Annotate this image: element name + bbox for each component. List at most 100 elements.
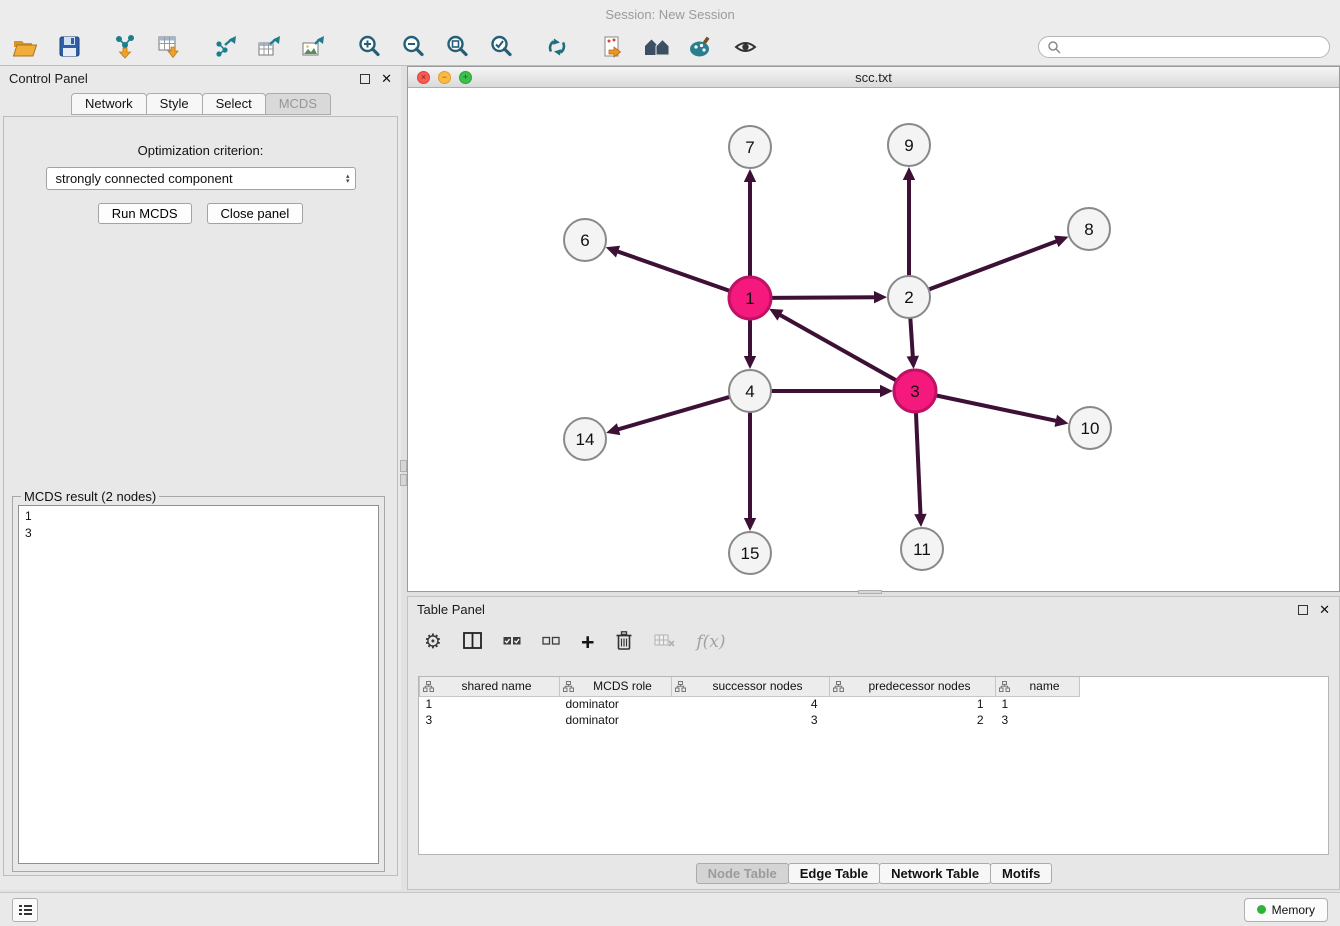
svg-text:3: 3 bbox=[910, 382, 919, 401]
dropdown-value: strongly connected component bbox=[56, 171, 346, 186]
float-table-panel-icon[interactable] bbox=[1298, 605, 1308, 615]
apply-layout-button[interactable] bbox=[542, 32, 572, 62]
graph-node-2[interactable]: 2 bbox=[888, 276, 930, 318]
optimization-criterion-dropdown[interactable]: strongly connected component ▴▾ bbox=[46, 167, 356, 190]
search-input[interactable] bbox=[1066, 40, 1321, 54]
network-canvas[interactable]: 7 9 6 8 1 2 4 3 14 10 15 11 bbox=[408, 88, 1339, 592]
tab-node-table[interactable]: Node Table bbox=[696, 863, 789, 884]
graph-node-1[interactable]: 1 bbox=[729, 277, 771, 319]
column-header-predecessor-nodes[interactable]: predecessor nodes bbox=[830, 677, 996, 696]
vertical-splitter-handle[interactable] bbox=[400, 460, 407, 486]
graph-edge-3-1[interactable] bbox=[769, 309, 897, 381]
svg-text:14: 14 bbox=[576, 430, 595, 449]
zoom-selected-button[interactable] bbox=[486, 32, 516, 62]
graph-edge-1-7[interactable] bbox=[744, 169, 756, 278]
delete-table-button[interactable] bbox=[654, 633, 675, 651]
import-table-button[interactable] bbox=[154, 32, 184, 62]
close-panel-button[interactable]: Close panel bbox=[207, 203, 304, 224]
tab-mcds[interactable]: MCDS bbox=[265, 93, 331, 115]
control-panel-header: Control Panel ✕ bbox=[0, 66, 401, 91]
close-window-icon[interactable]: × bbox=[417, 71, 430, 84]
select-all-columns-button[interactable] bbox=[503, 635, 521, 650]
function-builder-button[interactable]: f(x) bbox=[696, 632, 725, 652]
tab-edge-table[interactable]: Edge Table bbox=[788, 863, 880, 884]
zoom-out-button[interactable] bbox=[398, 32, 428, 62]
horizontal-splitter-handle[interactable] bbox=[858, 590, 882, 594]
export-image-button[interactable] bbox=[298, 32, 328, 62]
main-toolbar bbox=[0, 28, 1340, 66]
zoom-in-button[interactable] bbox=[354, 32, 384, 62]
graph-edge-1-4[interactable] bbox=[744, 318, 756, 369]
graph-node-15[interactable]: 15 bbox=[729, 532, 771, 574]
graph-edge-1-6[interactable] bbox=[606, 246, 731, 292]
search-box[interactable] bbox=[1038, 36, 1330, 58]
mcds-result-legend: MCDS result (2 nodes) bbox=[21, 489, 159, 504]
create-column-button[interactable]: + bbox=[581, 632, 594, 652]
delete-columns-button[interactable] bbox=[615, 630, 633, 654]
list-icon bbox=[17, 903, 33, 917]
memory-button[interactable]: Memory bbox=[1244, 898, 1328, 922]
close-table-panel-icon[interactable]: ✕ bbox=[1319, 602, 1330, 618]
table-settings-button[interactable]: ⚙ bbox=[424, 632, 442, 652]
zoom-window-icon[interactable]: + bbox=[459, 71, 472, 84]
mcds-result-text[interactable]: 1 3 bbox=[18, 505, 379, 864]
show-hide-button[interactable] bbox=[730, 32, 760, 62]
graph-edge-4-14[interactable] bbox=[606, 397, 731, 436]
graph-node-8[interactable]: 8 bbox=[1068, 208, 1110, 250]
graph-edge-2-9[interactable] bbox=[903, 167, 915, 277]
graph-edge-4-15[interactable] bbox=[744, 411, 756, 531]
tab-motifs[interactable]: Motifs bbox=[990, 863, 1052, 884]
graph-edge-4-3[interactable] bbox=[770, 385, 893, 397]
close-panel-icon[interactable]: ✕ bbox=[381, 71, 392, 87]
graph-node-11[interactable]: 11 bbox=[901, 528, 943, 570]
graph-edge-2-8[interactable] bbox=[928, 236, 1069, 290]
import-network-button[interactable] bbox=[110, 32, 140, 62]
graph-edge-3-11[interactable] bbox=[914, 411, 926, 527]
minimize-window-icon[interactable]: − bbox=[438, 71, 451, 84]
svg-text:7: 7 bbox=[745, 138, 754, 157]
graph-node-4[interactable]: 4 bbox=[729, 370, 771, 412]
graph-node-14[interactable]: 14 bbox=[564, 418, 606, 460]
tab-network-table[interactable]: Network Table bbox=[879, 863, 991, 884]
export-table-button[interactable] bbox=[254, 32, 284, 62]
column-header-name[interactable]: name bbox=[996, 677, 1080, 696]
graph-node-6[interactable]: 6 bbox=[564, 219, 606, 261]
graph-edge-3-10[interactable] bbox=[935, 395, 1069, 427]
network-document-button[interactable] bbox=[598, 32, 628, 62]
export-table-icon bbox=[257, 35, 282, 58]
column-header-shared-name[interactable]: shared name bbox=[420, 677, 560, 696]
open-folder-icon bbox=[12, 36, 38, 58]
apply-style-button[interactable] bbox=[686, 32, 716, 62]
table-row[interactable]: 3dominator323 bbox=[420, 712, 1080, 728]
zoom-fit-button[interactable] bbox=[442, 32, 472, 62]
unselect-all-columns-button[interactable] bbox=[542, 635, 560, 650]
zoom-fit-icon bbox=[445, 34, 470, 59]
network-window-titlebar[interactable]: × − + scc.txt bbox=[408, 67, 1339, 88]
column-header-MCDS-role[interactable]: MCDS role bbox=[560, 677, 672, 696]
tab-style[interactable]: Style bbox=[146, 93, 203, 115]
network-overview-button[interactable] bbox=[642, 32, 672, 62]
graph-node-10[interactable]: 10 bbox=[1069, 407, 1111, 449]
tab-select[interactable]: Select bbox=[202, 93, 266, 115]
save-session-button[interactable] bbox=[54, 32, 84, 62]
table-container: shared nameMCDS rolesuccessor nodesprede… bbox=[418, 676, 1329, 855]
export-network-button[interactable] bbox=[210, 32, 240, 62]
open-file-button[interactable] bbox=[10, 32, 40, 62]
svg-text:9: 9 bbox=[904, 136, 913, 155]
memory-status-icon bbox=[1257, 905, 1266, 914]
graph-edge-1-2[interactable] bbox=[770, 291, 887, 303]
graph-node-7[interactable]: 7 bbox=[729, 126, 771, 168]
graph-node-9[interactable]: 9 bbox=[888, 124, 930, 166]
show-panels-button[interactable] bbox=[12, 898, 38, 922]
graph-edge-2-3[interactable] bbox=[907, 317, 919, 369]
run-mcds-button[interactable]: Run MCDS bbox=[98, 203, 192, 224]
graph-node-3[interactable]: 3 bbox=[894, 370, 936, 412]
column-header-successor-nodes[interactable]: successor nodes bbox=[672, 677, 830, 696]
show-columns-button[interactable] bbox=[463, 632, 482, 652]
table-row[interactable]: 1dominator411 bbox=[420, 696, 1080, 712]
tab-network[interactable]: Network bbox=[71, 93, 147, 115]
toolbar-group-import bbox=[110, 32, 184, 62]
unchecked-boxes-icon bbox=[542, 635, 560, 647]
float-panel-icon[interactable] bbox=[360, 74, 370, 84]
toolbar-group-layout bbox=[542, 32, 572, 62]
